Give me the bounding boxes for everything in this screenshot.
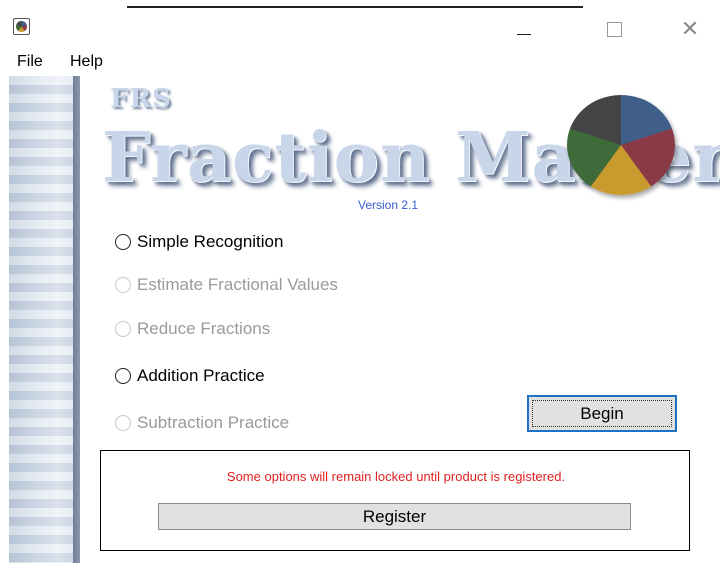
registration-message: Some options will remain locked until pr… [226,469,566,484]
begin-button[interactable]: Begin [527,395,677,432]
option-label: Reduce Fractions [137,319,271,338]
radio-button-disabled [115,277,131,293]
app-icon-pie [16,21,27,32]
radio-button[interactable] [115,234,131,250]
menu-bar: File Help [0,50,720,74]
close-button[interactable]: ✕ [676,18,704,44]
title-bar: ✕ [0,0,720,48]
app-icon[interactable] [13,18,30,35]
option-addition-practice[interactable]: Addition Practice [115,365,265,387]
minimize-button[interactable] [510,18,538,44]
option-label: Addition Practice [137,366,265,385]
maximize-button[interactable] [600,18,628,44]
side-panel-edge [73,76,80,563]
logo-brand: FRS [110,84,172,114]
option-estimate-fractional-values: Estimate Fractional Values [115,274,338,296]
option-subtraction-practice: Subtraction Practice [115,412,289,434]
radio-button[interactable] [115,368,131,384]
title-bar-edge [127,6,583,8]
option-reduce-fractions: Reduce Fractions [115,318,270,340]
menu-help[interactable]: Help [70,53,103,71]
option-simple-recognition[interactable]: Simple Recognition [115,231,283,253]
option-label: Simple Recognition [137,232,284,251]
option-label: Estimate Fractional Values [137,275,338,294]
decorative-side-panel [9,76,80,563]
menu-file[interactable]: File [17,53,43,71]
option-label: Subtraction Practice [137,413,290,432]
pie-logo-icon [567,95,675,195]
close-icon: ✕ [680,16,700,41]
register-button[interactable]: Register [158,503,631,530]
radio-button-disabled [115,321,131,337]
version-label: Version 2.1 [358,198,419,212]
registration-panel: Some options will remain locked until pr… [100,450,690,551]
radio-button-disabled [115,415,131,431]
